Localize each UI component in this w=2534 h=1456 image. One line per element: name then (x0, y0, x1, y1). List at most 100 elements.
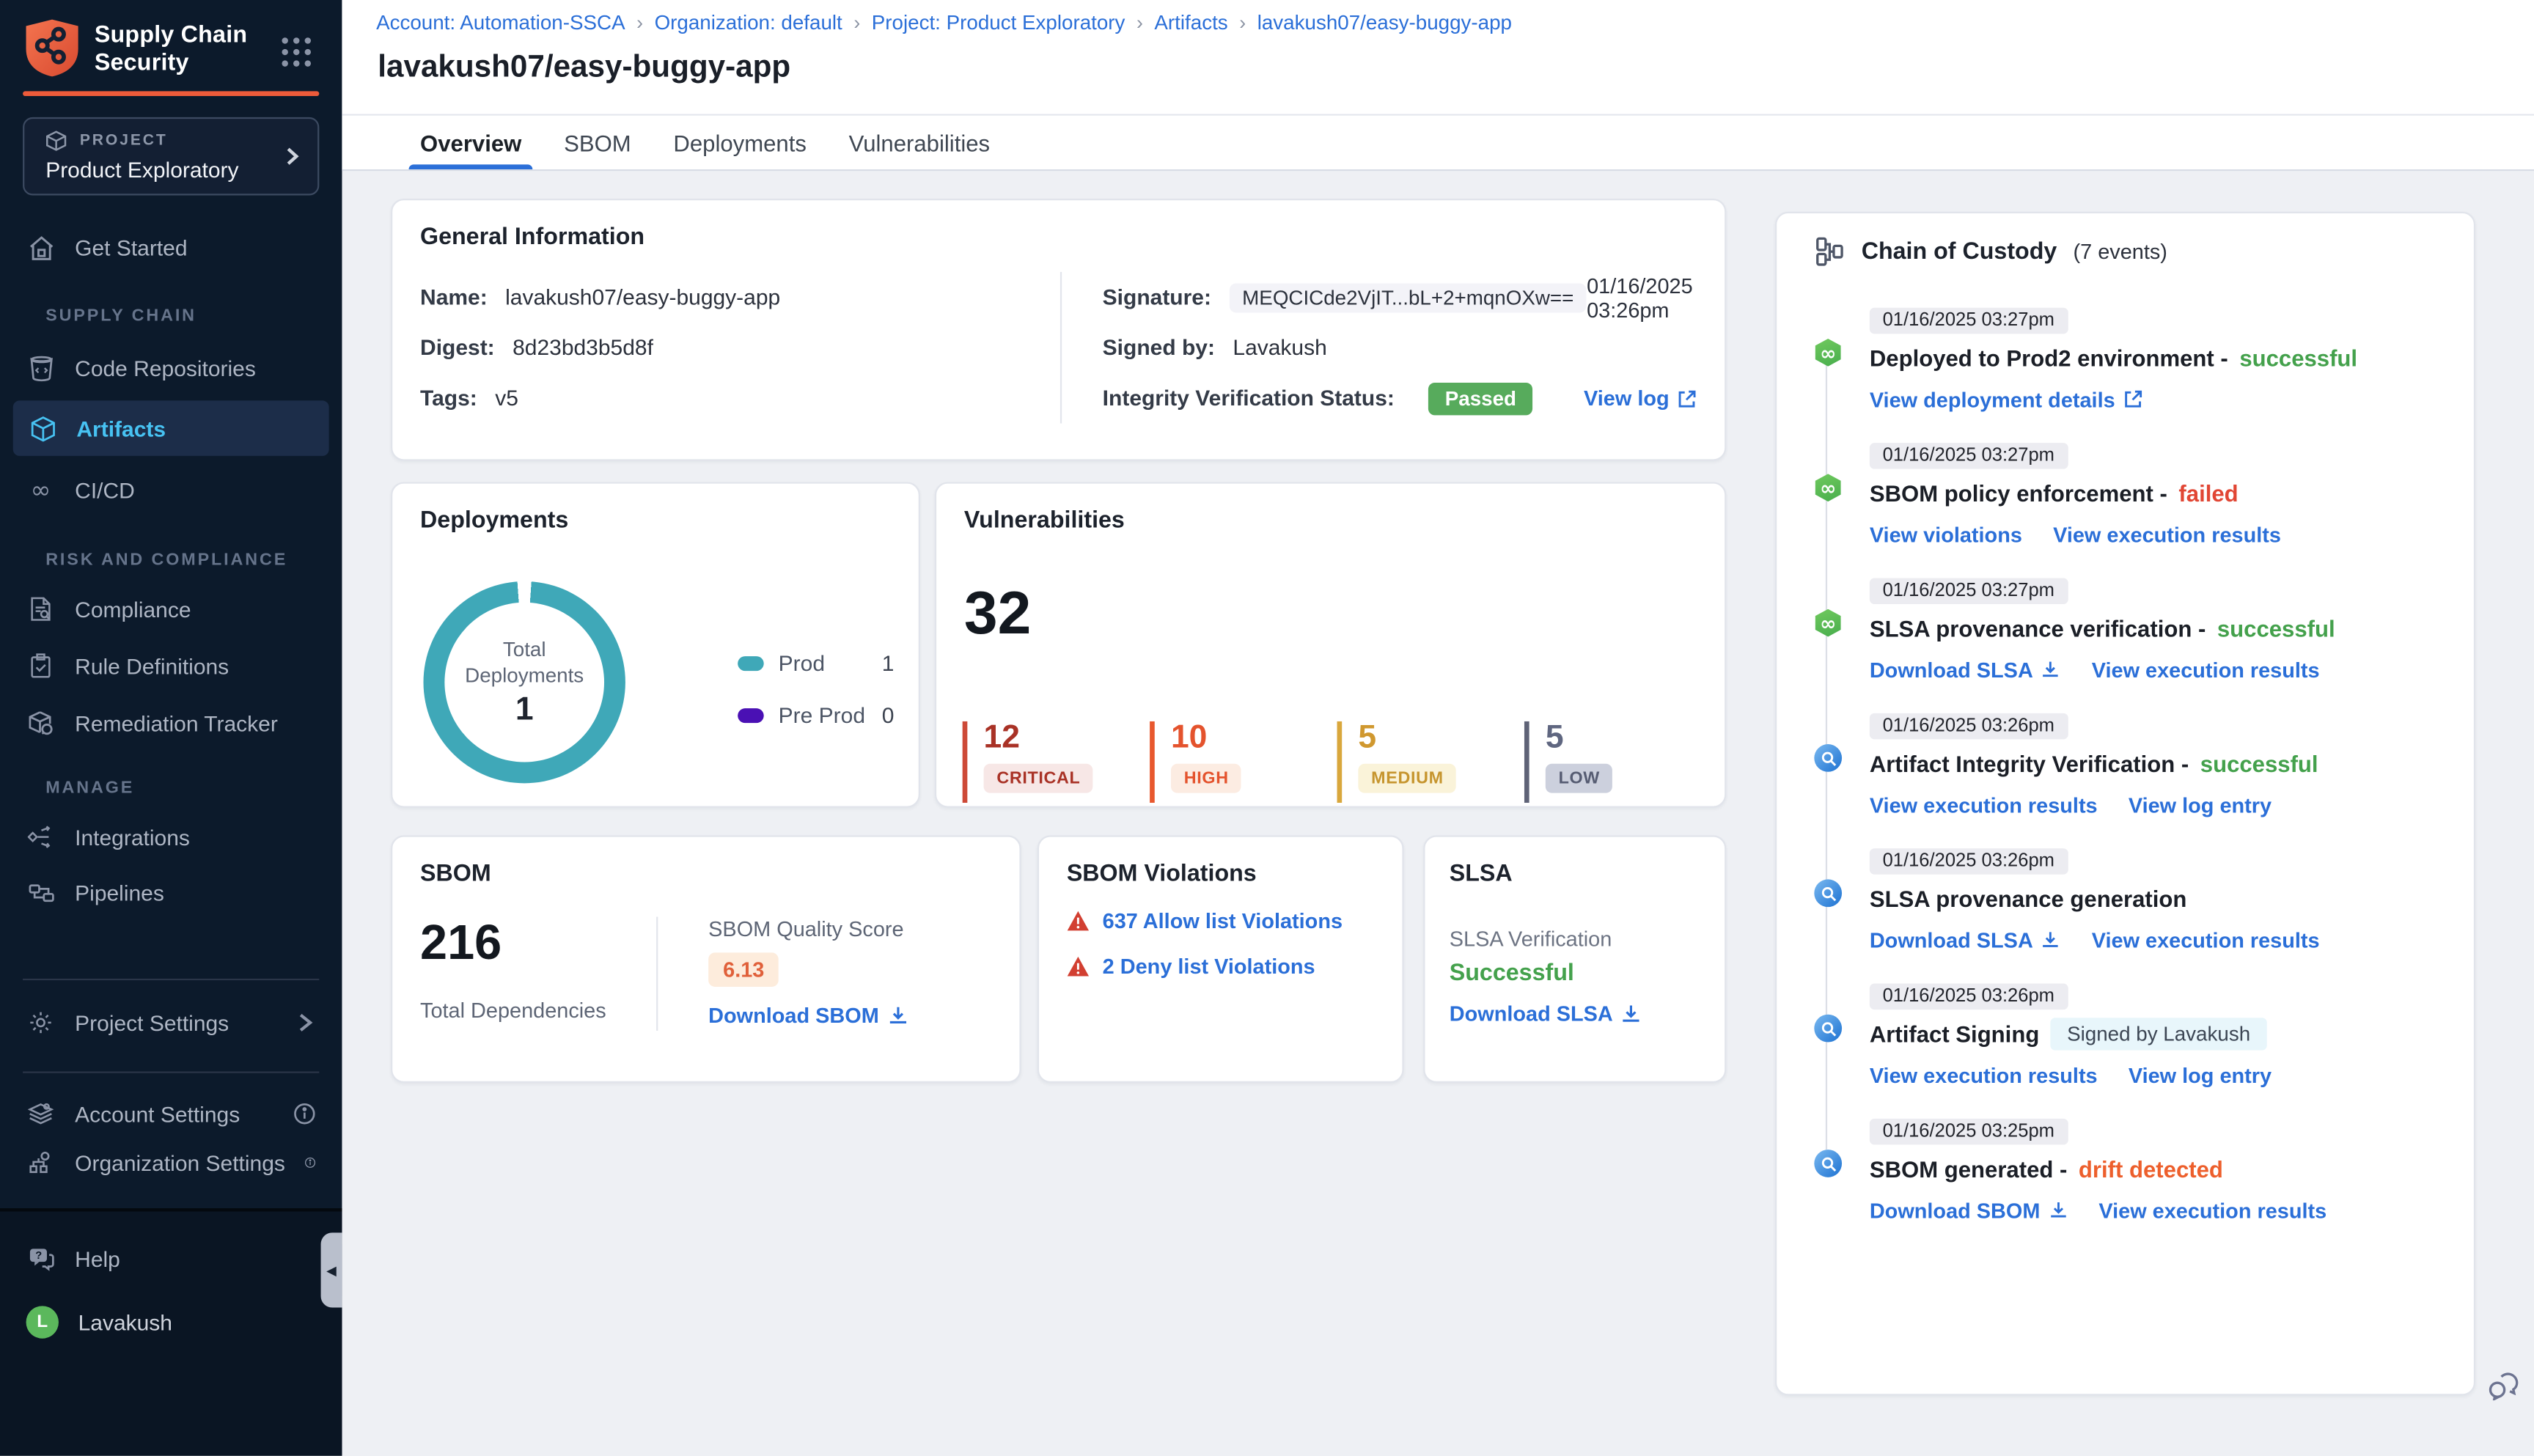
help-chat-icon: ? (26, 1244, 56, 1273)
view-violations-link[interactable]: View violations (1870, 522, 2022, 546)
sidebar-item-label: Project Settings (75, 1010, 229, 1035)
event-status: drift detected (2078, 1155, 2223, 1183)
deployments-donut-chart: Total Deployments 1 (423, 581, 625, 784)
sidebar-item-compliance[interactable]: Compliance (26, 587, 316, 632)
vulnerabilities-card: Vulnerabilities 32 12 CRITICAL 10 HIGH 5… (934, 482, 1727, 808)
event-status: successful (2239, 345, 2358, 372)
deployments-legend: Prod 1 Pre Prod 0 (738, 647, 894, 751)
event-status: failed (2178, 480, 2239, 507)
severity-critical: 12 CRITICAL (962, 719, 1150, 804)
legend-row-prod: Prod 1 (738, 647, 894, 679)
tab-overview[interactable]: Overview (408, 116, 534, 169)
severity-count: 12 (983, 719, 1020, 756)
severity-badge: LOW (1545, 763, 1613, 793)
signed-by-chip: Signed by Lavakush (2050, 1018, 2267, 1051)
sidebar-item-label: Compliance (75, 597, 191, 622)
signature-label: Signature: (1102, 284, 1211, 310)
tab-deployments[interactable]: Deployments (673, 116, 806, 169)
sidebar-item-label: Code Repositories (75, 356, 256, 380)
tab-vulnerabilities[interactable]: Vulnerabilities (849, 116, 990, 169)
scan-event-icon (1814, 879, 1843, 908)
view-log-entry-link[interactable]: View log entry (2129, 793, 2272, 817)
sidebar-user[interactable]: L Lavakush (26, 1299, 316, 1345)
event-status: successful (2217, 615, 2335, 642)
scan-event-icon (1814, 1150, 1843, 1177)
deny-list-violations-link[interactable]: 2 Deny list Violations (1103, 955, 1315, 979)
layers-gear-icon (26, 1099, 56, 1128)
breadcrumb-artifacts[interactable]: Artifacts (1154, 12, 1227, 34)
download-slsa-link[interactable]: Download SLSA (1450, 1001, 1642, 1026)
custody-event: 01/16/2025 03:27pm Deployed to Prod2 env… (1814, 304, 2441, 413)
download-sbom-link[interactable]: Download SBOM (1870, 1198, 2068, 1222)
sidebar-item-integrations[interactable]: Integrations (26, 815, 316, 860)
sidebar-item-code-repositories[interactable]: Code Repositories (26, 345, 316, 391)
allow-list-violations-link[interactable]: 637 Allow list Violations (1103, 908, 1343, 933)
breadcrumb-organization[interactable]: Organization: default (655, 12, 842, 34)
project-selector[interactable]: PROJECT Product Exploratory (23, 117, 320, 196)
support-chat-icon[interactable] (2489, 1371, 2519, 1401)
tags-label: Tags: (420, 386, 477, 411)
sidebar-section-risk: RISK AND COMPLIANCE (45, 550, 288, 570)
sidebar-item-remediation-tracker[interactable]: Remediation Tracker (26, 700, 316, 746)
code-repository-icon (26, 353, 56, 383)
scan-event-icon (1814, 1014, 1843, 1043)
view-log-entry-link[interactable]: View log entry (2129, 1062, 2272, 1087)
sidebar-item-get-started[interactable]: Get Started (26, 225, 316, 271)
sidebar-item-cicd[interactable]: ∞ CI/CD (26, 467, 316, 512)
event-title: Artifact Integrity Verification - (1869, 750, 2189, 777)
app-title: Supply Chain Security (94, 23, 248, 77)
breadcrumb-artifact-name[interactable]: lavakush07/easy-buggy-app (1257, 12, 1512, 34)
external-link-icon (1678, 389, 1696, 407)
download-icon (1623, 1005, 1640, 1022)
view-execution-results-link[interactable]: View execution results (2053, 522, 2281, 546)
tab-sbom[interactable]: SBOM (564, 116, 631, 169)
chain-of-custody-card: Chain of Custody (7 events) 01/16/2025 0… (1774, 211, 2476, 1396)
severity-badge: HIGH (1170, 763, 1242, 793)
card-title: General Information (420, 224, 645, 251)
integrity-status-badge: Passed (1428, 381, 1533, 415)
download-sbom-link[interactable]: Download SBOM (708, 1003, 908, 1028)
custody-timeline: 01/16/2025 03:27pm Deployed to Prod2 env… (1814, 304, 2441, 1224)
view-deployment-details-link[interactable]: View deployment details (1870, 387, 2143, 411)
brand-accent-rule (23, 91, 320, 97)
breadcrumb-account[interactable]: Account: Automation-SSCA (376, 12, 625, 34)
sidebar-item-help[interactable]: ? Help (26, 1236, 316, 1282)
signature-value-chip[interactable]: MEQCICde2VjIT...bL+2+mqnOXw== (1229, 282, 1587, 312)
sidebar-item-rule-definitions[interactable]: Rule Definitions (26, 643, 316, 688)
sidebar-item-label: Integrations (75, 824, 190, 850)
sidebar-collapse-handle[interactable]: ◀ (320, 1232, 342, 1308)
integrity-status-label: Integrity Verification Status: (1102, 386, 1395, 411)
view-execution-results-link[interactable]: View execution results (1870, 1062, 2098, 1087)
breadcrumb-project[interactable]: Project: Product Exploratory (872, 12, 1125, 34)
module-switcher-icon[interactable] (280, 36, 312, 68)
view-execution-results-link[interactable]: View execution results (2098, 1198, 2326, 1222)
chain-of-custody-header: Chain of Custody (7 events) (1814, 236, 2441, 267)
sidebar-item-organization-settings[interactable]: Organization Settings (26, 1140, 316, 1185)
severity-medium: 5 MEDIUM (1337, 719, 1524, 804)
slsa-verification-label: SLSA Verification (1449, 926, 1612, 952)
sidebar-item-project-settings[interactable]: Project Settings (26, 1000, 316, 1045)
view-execution-results-link[interactable]: View execution results (2092, 657, 2320, 681)
sidebar-item-label: Account Settings (75, 1101, 240, 1126)
sidebar-item-pipelines[interactable]: Pipelines (26, 869, 316, 915)
sidebar-header: Supply Chain Security (0, 0, 342, 98)
info-icon (294, 1103, 315, 1125)
gear-icon (26, 1008, 56, 1037)
severity-count: 5 (1358, 719, 1377, 756)
pipeline-event-icon: ∞ (1815, 338, 1841, 367)
view-execution-results-link[interactable]: View execution results (2092, 927, 2320, 952)
pipeline-event-icon: ∞ (1815, 474, 1841, 502)
event-timestamp: 01/16/2025 03:25pm (1869, 1118, 2068, 1145)
sidebar-item-account-settings[interactable]: Account Settings (26, 1091, 316, 1136)
sidebar-item-artifacts[interactable]: Artifacts (12, 400, 329, 456)
warning-icon (1067, 911, 1090, 931)
card-title: SLSA (1449, 861, 1513, 888)
view-execution-results-link[interactable]: View execution results (1870, 793, 2098, 817)
prod-color-swatch (738, 655, 764, 670)
event-title: SLSA provenance generation (1869, 886, 2187, 912)
project-label: PROJECT (79, 131, 168, 150)
view-log-link[interactable]: View log (1584, 386, 1697, 411)
download-slsa-link[interactable]: Download SLSA (1870, 657, 2061, 682)
slsa-verification-status: Successful (1449, 960, 1574, 987)
download-slsa-link[interactable]: Download SLSA (1870, 927, 2061, 952)
